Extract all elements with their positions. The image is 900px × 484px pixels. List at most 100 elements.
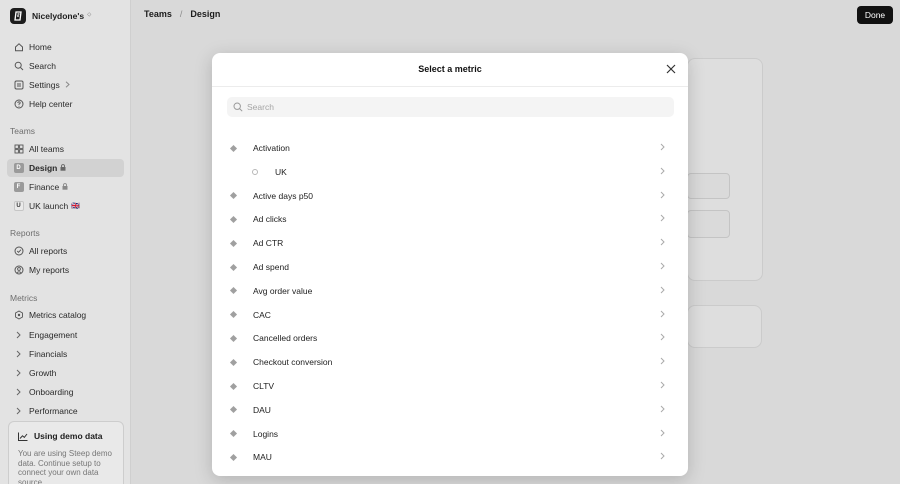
metric-diamond-icon: [227, 144, 239, 152]
demo-text: You are using Steep demo data. Continue …: [18, 449, 112, 484]
workspace-switcher[interactable]: Nicelydone's ⬦: [10, 7, 91, 24]
sidebar-item-label: Search: [29, 61, 56, 71]
metric-diamond-icon: [227, 239, 239, 247]
chevron-right-icon: [660, 214, 668, 224]
metric-diamond-icon: [227, 358, 239, 366]
metric-row[interactable]: CLTV: [227, 375, 674, 397]
sidebar-item-label: All reports: [29, 246, 68, 256]
metric-row[interactable]: Ad clicks: [227, 208, 674, 230]
home-icon: [13, 42, 24, 53]
sidebar-item-all-reports[interactable]: All reports: [7, 242, 124, 260]
sidebar-item-finance[interactable]: F Finance: [7, 178, 124, 196]
metric-row[interactable]: Cancelled orders: [227, 327, 674, 349]
chevron-right-icon: [660, 381, 668, 391]
background-card: [687, 58, 763, 281]
metric-diamond-icon: [227, 192, 239, 200]
sidebar-item-performance[interactable]: Performance: [7, 402, 124, 420]
metric-label: CAC: [253, 309, 271, 320]
metric-row[interactable]: MAU: [227, 446, 674, 468]
metric-row[interactable]: Ad spend: [227, 256, 674, 278]
metric-diamond-icon: [227, 215, 239, 223]
metric-row[interactable]: DAU: [227, 399, 674, 421]
sidebar-item-financials[interactable]: Financials: [7, 345, 124, 363]
chevron-right-icon: [13, 368, 24, 379]
metric-row[interactable]: Checkout conversion: [227, 351, 674, 373]
sidebar-item-home[interactable]: Home: [7, 38, 124, 56]
sidebar-item-onboarding[interactable]: Onboarding: [7, 383, 124, 401]
search-input[interactable]: [247, 102, 647, 112]
breadcrumb-design: Design: [190, 9, 221, 19]
metric-diamond-icon: [227, 453, 239, 461]
metric-row[interactable]: Ad CTR: [227, 232, 674, 254]
done-button[interactable]: Done: [857, 6, 893, 24]
chevron-right-icon: [13, 330, 24, 341]
sidebar-item-all-teams[interactable]: All teams: [7, 140, 124, 158]
sidebar-item-design[interactable]: D Design: [7, 159, 124, 177]
metric-row[interactable]: UK: [227, 161, 674, 183]
sidebar-item-my-reports[interactable]: My reports: [7, 261, 124, 279]
sidebar-item-label: Financials: [29, 349, 68, 359]
metric-row[interactable]: CAC: [227, 304, 674, 326]
search-icon: [13, 61, 24, 72]
metric-label: Logins: [253, 428, 279, 439]
metric-row[interactable]: Active days p50: [227, 185, 674, 207]
metric-search: [227, 97, 674, 117]
metric-label: UK: [275, 166, 287, 177]
lock-icon: [62, 182, 68, 192]
sidebar-item-growth[interactable]: Growth: [7, 364, 124, 382]
metric-diamond-icon: [227, 263, 239, 271]
sidebar-item-help-center[interactable]: Help center: [7, 95, 124, 113]
sidebar-item-label: Finance: [29, 182, 60, 192]
metric-diamond-icon: [227, 382, 239, 390]
metric-label: Checkout conversion: [253, 357, 333, 368]
metric-row[interactable]: Logins: [227, 423, 674, 445]
grid-icon: [13, 144, 24, 155]
modal-divider: [212, 86, 688, 87]
metric-label: Avg order value: [253, 285, 313, 296]
sidebar-item-engagement[interactable]: Engagement: [7, 326, 124, 344]
sidebar-item-uk-launch[interactable]: U UK launch 🇬🇧: [7, 197, 124, 215]
metric-diamond-icon: [227, 311, 239, 319]
close-icon[interactable]: [665, 63, 677, 75]
metrics-heading: Metrics: [10, 293, 38, 303]
circle-icon: [249, 168, 261, 175]
sidebar-item-label: UK launch: [29, 201, 69, 211]
chevron-right-icon: [13, 349, 24, 360]
metric-diamond-icon: [227, 287, 239, 295]
team-avatar: U: [13, 201, 24, 211]
chevron-right-icon: [660, 167, 668, 177]
reports-icon: [13, 246, 24, 257]
sidebar-item-label: Engagement: [29, 330, 78, 340]
uk-flag-icon: 🇬🇧: [71, 203, 80, 210]
chevron-right-icon: [660, 310, 668, 320]
metric-row[interactable]: Avg order value: [227, 280, 674, 302]
sidebar-item-search[interactable]: Search: [7, 57, 124, 75]
modal-title: Select a metric: [418, 64, 482, 74]
metric-row[interactable]: Activation: [227, 137, 674, 159]
reports-heading: Reports: [10, 228, 40, 238]
sidebar-item-label: Design: [29, 163, 58, 173]
metric-label: Ad spend: [253, 262, 289, 272]
demo-title: Using demo data: [34, 431, 103, 441]
metric-label: DAU: [253, 404, 271, 415]
chevron-right-icon: [660, 238, 668, 248]
help-icon: [13, 99, 24, 110]
chevron-right-icon: [13, 387, 24, 398]
chevron-right-icon: [660, 286, 668, 296]
sidebar: Nicelydone's ⬦ Home Search Settings Help…: [0, 0, 131, 484]
chevron-right-icon: [660, 333, 668, 343]
settings-icon: [13, 80, 24, 91]
metric-label: Activation: [253, 143, 290, 153]
chevron-right-icon: [660, 357, 668, 367]
chevron-right-icon: [660, 191, 668, 201]
sidebar-item-settings[interactable]: Settings: [7, 76, 124, 94]
metric-diamond-icon: [227, 430, 239, 438]
breadcrumb: Teams / Design: [144, 9, 220, 19]
team-avatar: F: [13, 182, 24, 192]
demo-data-card: Using demo data You are using Steep demo…: [8, 421, 124, 484]
breadcrumb-teams[interactable]: Teams: [144, 9, 172, 19]
sidebar-item-metrics-catalog[interactable]: Metrics catalog: [7, 306, 124, 324]
sidebar-item-label: Metrics catalog: [29, 310, 87, 320]
chart-icon: [18, 432, 28, 441]
breadcrumb-separator: /: [179, 9, 183, 19]
